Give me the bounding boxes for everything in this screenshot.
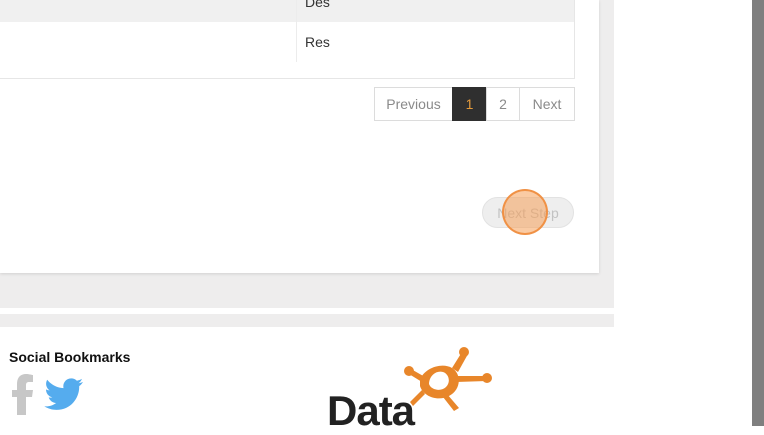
footer-divider xyxy=(0,314,614,327)
brand-logo-text: Data xyxy=(327,387,415,434)
pagination-previous-button[interactable]: Previous xyxy=(374,87,453,121)
table-cell: Res xyxy=(296,22,574,62)
next-step-button[interactable]: Next Step xyxy=(482,197,574,228)
data-table: Des Res xyxy=(0,0,575,79)
table-row: Res xyxy=(0,22,574,62)
table-row: Des xyxy=(0,0,574,23)
table-cell: Des xyxy=(296,0,574,22)
main-card: Des Res Previous 1 2 Next Next Step xyxy=(0,0,599,273)
pagination-page-1[interactable]: 1 xyxy=(452,87,487,121)
pagination-page-2[interactable]: 2 xyxy=(486,87,520,121)
social-bookmarks-heading: Social Bookmarks xyxy=(9,349,131,365)
twitter-icon[interactable] xyxy=(44,377,84,413)
content-area: Des Res Previous 1 2 Next Next Step xyxy=(0,0,614,308)
scrollbar[interactable] xyxy=(752,0,764,426)
pagination: Previous 1 2 Next xyxy=(374,87,575,121)
pagination-next-button[interactable]: Next xyxy=(519,87,575,121)
facebook-icon[interactable] xyxy=(11,373,35,415)
